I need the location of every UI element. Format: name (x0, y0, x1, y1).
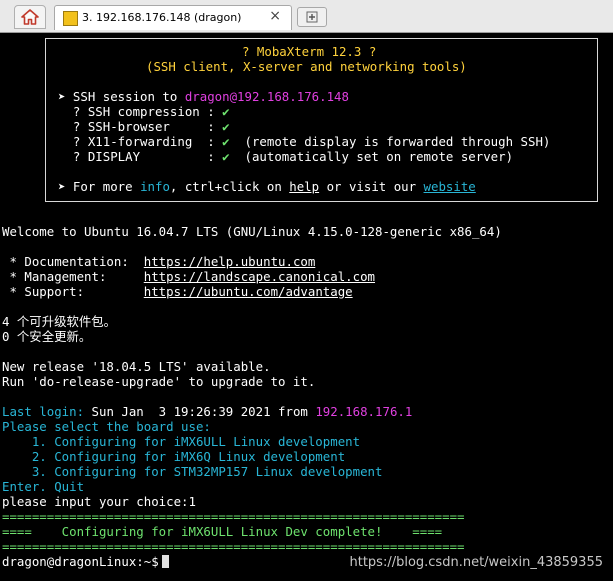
documentation-link[interactable]: https://help.ubuntu.com (144, 254, 316, 269)
banner-title: ? MobaXterm 12.3 ? (242, 44, 377, 59)
help-link[interactable]: help (289, 179, 319, 194)
new-release-line: New release '18.04.5 LTS' available. (2, 359, 271, 374)
house-icon (21, 9, 39, 25)
menu-option-stm32mp157: 3. Configuring for STM32MP157 Linux deve… (2, 464, 383, 479)
separator-bottom: ========================================… (2, 539, 465, 554)
new-tab-button[interactable] (297, 7, 327, 27)
banner-subtitle: (SSH client, X-server and networking too… (146, 59, 467, 74)
configure-complete-message: ==== Configuring for iMX6ULL Linux Dev c… (2, 524, 443, 539)
text-cursor (161, 555, 169, 568)
session-tab-title: 3. 192.168.176.148 (dragon) (82, 11, 242, 24)
ssh-browser-row: ? SSH-browser : ✔ (58, 119, 230, 134)
shell-prompt-line[interactable]: dragon@dragonLinux:~$ (2, 554, 169, 569)
upgrade-hint-line: Run 'do-release-upgrade' to upgrade to i… (2, 374, 316, 389)
tab-bar: 3. 192.168.176.148 (dragon) × (0, 0, 613, 33)
support-link[interactable]: https://ubuntu.com/advantage (144, 284, 353, 299)
separator-top: ========================================… (2, 509, 465, 524)
close-icon[interactable]: × (269, 8, 281, 24)
shell-prompt: dragon@dragonLinux:~$ (2, 554, 159, 569)
support-line: * Support: https://ubuntu.com/advantage (2, 284, 353, 299)
watermark: https://blog.csdn.net/weixin_43859355 (349, 555, 603, 570)
more-info-line: ➤ For more info, ctrl+click on help or v… (58, 179, 476, 194)
board-menu-header: Please select the board use: (2, 419, 211, 434)
upgradable-packages-line: 4 个可升级软件包。 (2, 314, 117, 329)
management-line: * Management: https://landscape.canonica… (2, 269, 376, 284)
menu-option-imx6ull: 1. Configuring for iMX6ULL Linux develop… (2, 434, 361, 449)
website-link[interactable]: website (424, 179, 476, 194)
choice-input-line: please input your choice:1 (2, 494, 196, 509)
plus-icon (306, 11, 318, 23)
ssh-session-line: ➤ SSH session to dragon@192.168.176.148 (58, 89, 349, 104)
security-updates-line: 0 个安全更新。 (2, 329, 92, 344)
home-tab-button[interactable] (14, 5, 46, 29)
x11-forwarding-row: ? X11-forwarding : ✔ (remote display is … (58, 134, 551, 149)
last-login-line: Last login: Sun Jan 3 19:26:39 2021 from… (2, 404, 413, 419)
ssh-compression-row: ? SSH compression : ✔ (58, 104, 230, 119)
display-row: ? DISPLAY : ✔ (automatically set on remo… (58, 149, 514, 164)
menu-option-quit: Enter. Quit (2, 479, 85, 494)
menu-option-imx6q: 2. Configuring for iMX6Q Linux developme… (2, 449, 346, 464)
management-link[interactable]: https://landscape.canonical.com (144, 269, 375, 284)
terminal-icon (63, 11, 78, 26)
terminal-area[interactable]: ? MobaXterm 12.3 ? (SSH client, X-server… (0, 33, 613, 581)
session-tab[interactable]: 3. 192.168.176.148 (dragon) × (54, 5, 292, 30)
welcome-line: Welcome to Ubuntu 16.04.7 LTS (GNU/Linux… (2, 224, 502, 239)
documentation-line: * Documentation: https://help.ubuntu.com (2, 254, 316, 269)
info-link[interactable]: info (140, 179, 170, 194)
